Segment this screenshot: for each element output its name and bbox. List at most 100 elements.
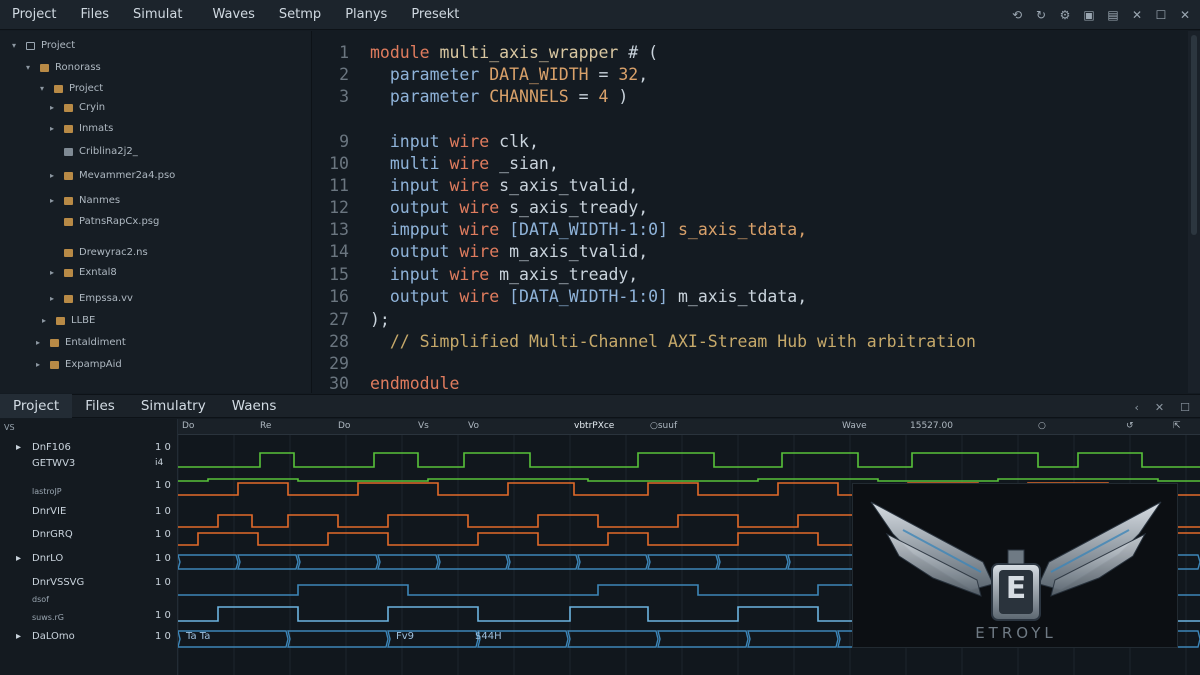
tree-item[interactable]: ▸ Inmats bbox=[50, 123, 113, 134]
bus-value-label: Ta Ta bbox=[186, 631, 211, 642]
signal-name[interactable]: DnF106 bbox=[32, 442, 71, 453]
refresh-icon[interactable]: ↺ bbox=[1126, 421, 1134, 431]
close-icon[interactable]: ✕ bbox=[1130, 8, 1144, 22]
code-line: 30 endmodule bbox=[313, 373, 459, 395]
chevron-right-icon: ▸ bbox=[50, 196, 55, 205]
chevron-right-icon: ▸ bbox=[42, 316, 47, 325]
menu-setmp[interactable]: Setmp bbox=[267, 7, 333, 22]
scrollbar-thumb[interactable] bbox=[1191, 35, 1197, 235]
code-line: 14 output wire m_axis_tvalid, bbox=[313, 241, 648, 263]
tree-item[interactable]: ▸ Nanmes bbox=[50, 195, 120, 206]
signal-value: 1 0 bbox=[155, 577, 171, 588]
signal-name[interactable]: suws.rG bbox=[32, 613, 64, 622]
tab-simulatry[interactable]: Simulatry bbox=[128, 394, 219, 418]
tab-files[interactable]: Files bbox=[72, 394, 128, 418]
tree-item[interactable]: ▾ Project bbox=[40, 83, 103, 94]
signal-value: 1 0 bbox=[155, 553, 171, 564]
close-window-icon[interactable]: ✕ bbox=[1178, 8, 1192, 22]
signal-arrow: ▸ bbox=[16, 553, 22, 564]
signal-name[interactable]: lastroJP bbox=[32, 487, 62, 496]
menu-presekt[interactable]: Presekt bbox=[399, 7, 471, 22]
close-icon[interactable]: ✕ bbox=[1155, 401, 1164, 414]
ruler-label: Do bbox=[338, 421, 351, 431]
tab-project[interactable]: Project bbox=[0, 394, 73, 418]
folder-icon bbox=[40, 63, 49, 72]
code-token: 4 bbox=[598, 87, 609, 106]
code-token: output bbox=[389, 198, 450, 217]
code-line: 16 output wire [DATA_WIDTH-1:0] m_axis_t… bbox=[313, 286, 807, 308]
code-token: = bbox=[568, 87, 599, 106]
tree-item[interactable]: ▸ Empssa.vv bbox=[50, 293, 133, 304]
signal-name[interactable]: DnrGRQ bbox=[32, 529, 73, 540]
tab-waens[interactable]: Waens bbox=[219, 394, 290, 418]
tree-item[interactable]: ▸ Exntal8 bbox=[50, 267, 117, 278]
tree-item[interactable]: ▸ LLBE bbox=[42, 315, 95, 326]
sync-icon[interactable]: ↻ bbox=[1034, 8, 1048, 22]
tree-item-label: LLBE bbox=[71, 315, 96, 326]
zoom-fit-icon[interactable]: ○ bbox=[1038, 421, 1046, 431]
code-token: clk, bbox=[499, 132, 539, 151]
code-line: 9 input wire clk, bbox=[313, 131, 539, 153]
folder-icon bbox=[54, 84, 63, 93]
code-token: multi bbox=[389, 154, 440, 173]
ruler-label: ○suuf bbox=[650, 421, 678, 431]
code-token: # ( bbox=[618, 43, 659, 62]
line-number: 14 bbox=[329, 242, 349, 261]
signal-name[interactable]: dsof bbox=[32, 595, 49, 604]
save-icon[interactable]: ▣ bbox=[1082, 8, 1096, 22]
signal-name[interactable]: DnrVIE bbox=[32, 506, 66, 517]
line-number: 27 bbox=[329, 310, 349, 329]
tree-item[interactable]: ▾ Ronorass bbox=[26, 62, 101, 73]
ruler-label: Vo bbox=[468, 421, 479, 431]
chevron-down-icon: ▾ bbox=[40, 84, 45, 93]
tree-item-label: Mevammer2a4.pso bbox=[79, 170, 176, 181]
folder-icon bbox=[64, 103, 73, 112]
menu-simulat[interactable]: Simulat bbox=[121, 7, 194, 22]
signal-name[interactable]: GETWV3 bbox=[32, 458, 75, 469]
maximize-icon[interactable]: ☐ bbox=[1180, 401, 1190, 414]
tree-item[interactable]: ▸ Entaldiment bbox=[36, 337, 126, 348]
code-token: m_axis_tdata, bbox=[678, 287, 808, 306]
tree-item[interactable]: ▸ Mevammer2a4.pso bbox=[50, 170, 175, 181]
gear-icon[interactable]: ⚙ bbox=[1058, 8, 1072, 22]
chevron-right-icon: ▸ bbox=[50, 103, 55, 112]
save-all-icon[interactable]: ▤ bbox=[1106, 8, 1120, 22]
code-token: wire bbox=[459, 287, 500, 306]
maximize-icon[interactable]: ☐ bbox=[1154, 8, 1168, 22]
code-token: ); bbox=[370, 310, 390, 329]
code-token: wire bbox=[449, 132, 490, 151]
chevron-right-icon: ▸ bbox=[36, 360, 41, 369]
code-editor[interactable]: 1 module multi_axis_wrapper # ( 2 paramet… bbox=[313, 31, 1200, 393]
chevron-right-icon: ▸ bbox=[50, 171, 55, 180]
tree-item[interactable]: PatnsRapCx.psg bbox=[50, 216, 159, 227]
tree-item[interactable]: ▸ ExpampAid bbox=[36, 359, 122, 370]
project-tree: ▾ Project ▾ Ronorass ▾ Project ▸ Cryin ▸… bbox=[0, 31, 312, 393]
chevron-left-icon[interactable]: ‹ bbox=[1135, 401, 1139, 414]
cursor-label: vbtrPXce bbox=[574, 421, 615, 431]
signal-name[interactable]: DnrLO bbox=[32, 553, 63, 564]
bottom-tab-bar: Project Files Simulatry Waens ‹ ✕ ☐ bbox=[0, 394, 1200, 418]
tree-item[interactable]: ▸ Cryin bbox=[50, 102, 105, 113]
brand-logo: E ETROYL bbox=[852, 483, 1178, 648]
menu-planys[interactable]: Planys bbox=[333, 7, 399, 22]
menu-waves[interactable]: Waves bbox=[194, 7, 266, 22]
code-token: endmodule bbox=[370, 374, 460, 393]
line-number: 30 bbox=[329, 374, 349, 393]
folder-icon bbox=[64, 268, 73, 277]
refresh-icon[interactable]: ⟲ bbox=[1010, 8, 1024, 22]
time-ruler[interactable]: Do Re Do Vs Vo vbtrPXce ○suuf Wave 15527… bbox=[178, 419, 1200, 435]
menu-project[interactable]: Project bbox=[0, 7, 68, 22]
signal-name[interactable]: DaLOmo bbox=[32, 631, 75, 642]
editor-scrollbar[interactable] bbox=[1188, 31, 1200, 393]
signal-name[interactable]: DnrVSSVG bbox=[32, 577, 84, 588]
chevron-down-icon: ▾ bbox=[12, 41, 17, 50]
menu-files[interactable]: Files bbox=[68, 7, 121, 22]
expand-icon[interactable]: ⇱ bbox=[1173, 421, 1181, 431]
tree-item[interactable]: Drewyrac2.ns bbox=[50, 247, 148, 258]
tree-item-project-root[interactable]: ▾ Project bbox=[12, 40, 75, 51]
tree-item-label: Ronorass bbox=[55, 62, 101, 73]
chevron-right-icon: ▸ bbox=[50, 294, 55, 303]
line-number: 1 bbox=[339, 43, 349, 62]
tree-item[interactable]: Criblina2j2_ bbox=[50, 146, 138, 157]
tree-item-label: PatnsRapCx.psg bbox=[79, 216, 160, 227]
